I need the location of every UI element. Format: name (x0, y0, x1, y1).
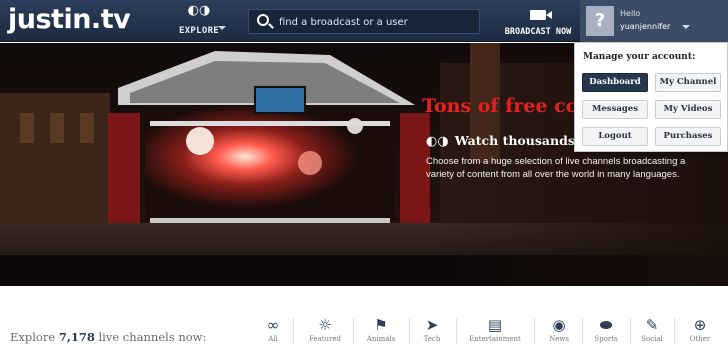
search-box (248, 9, 480, 34)
category-label: Sports (594, 335, 618, 343)
explore-menu-button[interactable]: ◐◑ EXPLORE (170, 4, 228, 38)
category-other[interactable]: ⊕ Other (684, 316, 716, 348)
live-channel-count: Explore 7,178 live channels now: (10, 330, 206, 344)
my-videos-button[interactable]: My Videos (655, 100, 721, 119)
purchases-button[interactable]: Purchases (655, 127, 721, 146)
hero-title: Tons of free co (422, 95, 579, 117)
chevron-down-icon[interactable] (682, 25, 690, 29)
broadcast-now-button[interactable]: BROADCAST NOW (500, 5, 576, 37)
account-dropdown: Manage your account: Dashboard My Channe… (574, 42, 728, 152)
chat-icon: ✎ (645, 316, 659, 334)
logout-button[interactable]: Logout (582, 127, 648, 146)
binoculars-icon: ◐◑ (187, 3, 211, 18)
divider (353, 318, 354, 344)
messages-button[interactable]: Messages (582, 100, 648, 119)
justin-tv-logo[interactable]: justin.tv (8, 4, 131, 35)
video-camera-icon (530, 10, 552, 20)
search-icon[interactable] (257, 14, 269, 26)
category-animals[interactable]: ⚑ Animals (359, 316, 403, 348)
my-channel-button[interactable]: My Channel (655, 73, 721, 92)
binoculars-icon: ◐◑ (426, 134, 449, 149)
dashboard-button[interactable]: Dashboard (582, 73, 648, 92)
divider (409, 318, 410, 344)
divider (674, 318, 675, 344)
category-tech[interactable]: ➤ Tech (414, 316, 450, 348)
clapperboard-icon: ▤ (487, 316, 503, 334)
search-input[interactable] (279, 13, 475, 31)
category-social[interactable]: ✎ Social (636, 316, 668, 348)
channel-count: 7,178 (58, 330, 95, 344)
account-menu-heading: Manage your account: (583, 52, 696, 62)
infinity-icon: ∞ (266, 316, 280, 334)
explore-prefix: Explore (10, 330, 59, 344)
username: yuanjennifer (620, 22, 671, 31)
user-account-menu[interactable]: ? Hello yuanjennifer (580, 0, 728, 42)
hero-description: Choose from a huge selection of live cha… (426, 156, 686, 180)
divider (534, 318, 535, 344)
globe-icon: ◉ (552, 316, 566, 334)
explore-categories-strip: Explore 7,178 live channels now: ∞ All ☼… (0, 286, 728, 351)
divider (456, 318, 457, 344)
divider (630, 318, 631, 344)
category-label: Tech (423, 335, 441, 343)
football-icon: ⬬ (599, 316, 613, 334)
category-label: Other (689, 335, 711, 343)
category-label: Featured (308, 335, 342, 343)
explore-suffix: live channels now: (94, 330, 207, 344)
category-entertainment[interactable]: ▤ Entertainment (462, 316, 528, 348)
divider (293, 318, 294, 344)
broadcast-now-label: BROADCAST NOW (504, 27, 572, 37)
category-all[interactable]: ∞ All (260, 316, 286, 348)
category-label: News (549, 335, 569, 343)
greeting-text: Hello (620, 9, 641, 18)
chevron-down-icon (218, 26, 226, 30)
category-sports[interactable]: ⬬ Sports (588, 316, 624, 348)
top-navigation-bar: justin.tv ◐◑ EXPLORE BROADCAST NOW ? Hel… (0, 0, 728, 42)
category-label: Social (641, 335, 663, 343)
sun-icon: ☼ (318, 316, 332, 334)
rocket-icon: ➤ (425, 316, 439, 334)
category-label: All (268, 335, 278, 343)
category-news[interactable]: ◉ News (542, 316, 576, 348)
rabbit-icon: ⚑ (374, 316, 388, 334)
category-label: Entertainment (469, 335, 521, 343)
divider (582, 318, 583, 344)
category-featured[interactable]: ☼ Featured (303, 316, 347, 348)
avatar: ? (586, 6, 614, 36)
plus-circle-icon: ⊕ (693, 316, 707, 334)
category-label: Animals (366, 335, 396, 343)
explore-label: EXPLORE (178, 26, 220, 36)
